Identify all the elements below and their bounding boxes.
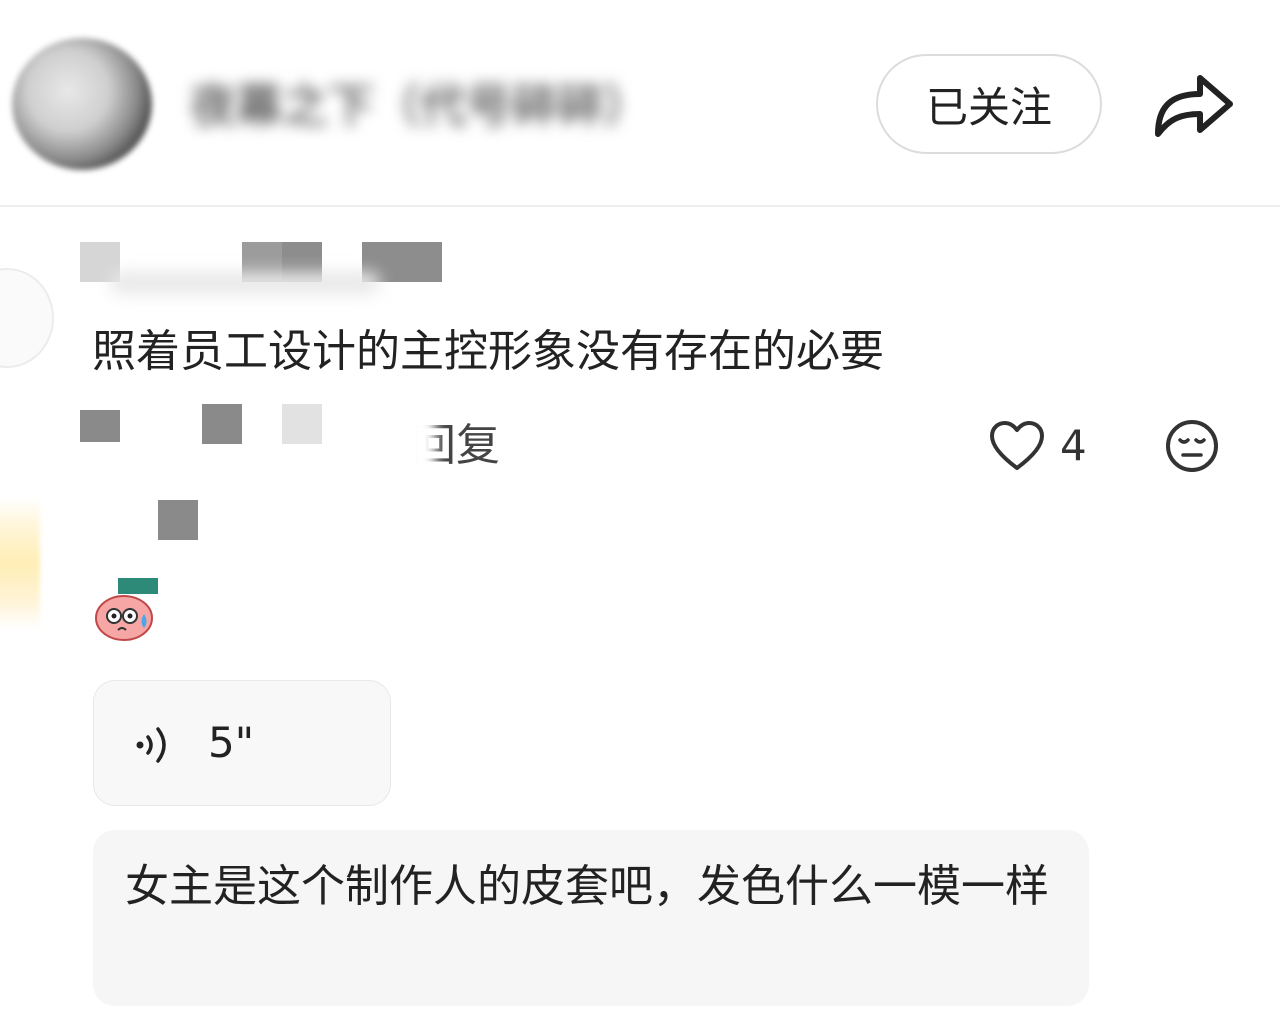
voice-message[interactable]: 5" [93, 680, 391, 806]
pink-blob-sticker [94, 578, 160, 644]
redacted-block [80, 410, 120, 442]
heart-outline-icon[interactable] [988, 418, 1046, 474]
voice-duration: 5" [208, 718, 255, 767]
redacted-block [282, 404, 322, 444]
redacted-block [202, 404, 242, 444]
redacted-smear [110, 272, 380, 294]
comment-avatar[interactable] [0, 268, 54, 368]
reply-preview-text: 女主是这个制作人的皮套吧，发色什么一模一样 [125, 861, 1049, 912]
author-avatar[interactable] [12, 38, 152, 170]
comment-text: 照着员工设计的主控形象没有存在的必要 [92, 326, 884, 377]
reply-avatar[interactable] [0, 498, 40, 628]
redacted-smear [404, 412, 436, 476]
share-arrow-icon[interactable] [1150, 66, 1236, 142]
follow-button[interactable]: 已关注 [876, 54, 1102, 154]
sound-wave-icon [134, 725, 174, 765]
redacted-block [158, 500, 198, 540]
meh-face-icon[interactable] [1164, 418, 1220, 474]
like-count: 4 [1060, 421, 1087, 470]
header-divider [0, 205, 1280, 207]
reply-preview[interactable]: 女主是这个制作人的皮套吧，发色什么一模一样 [93, 830, 1089, 1006]
author-username[interactable]: 夜幕之下（代号碎碎） [190, 70, 720, 133]
